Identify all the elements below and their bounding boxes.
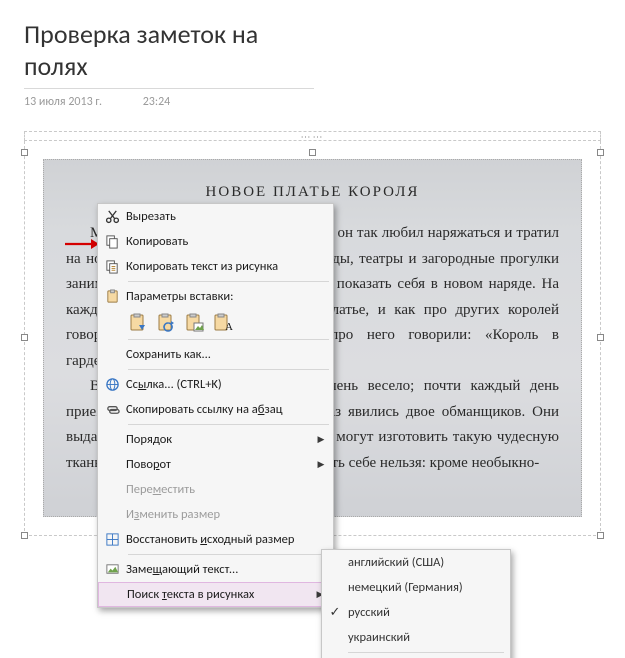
ocr-language-submenu: английский (США) немецкий (Германия) ✓ру… (321, 549, 511, 658)
restore-size-icon (98, 532, 126, 547)
menu-label: Параметры вставки: (126, 289, 327, 304)
menu-ocr-search[interactable]: Поиск текста в рисунках ▶ (98, 582, 333, 607)
menu-label: Переместить (126, 482, 327, 497)
menu-cut[interactable]: Вырезать (98, 204, 333, 229)
resize-handle[interactable] (21, 334, 28, 341)
resize-handle[interactable] (309, 149, 316, 156)
paste-picture-button[interactable] (184, 312, 206, 334)
paste-keep-source-button[interactable] (128, 312, 150, 334)
resize-handle[interactable] (21, 532, 28, 539)
menu-restore-size[interactable]: Восстановить исходный размер (98, 527, 333, 552)
paste-options-header: Параметры вставки: (98, 284, 333, 309)
resize-handle[interactable] (21, 149, 28, 156)
menu-label: Поиск текста в рисунках (127, 587, 314, 602)
menu-label: Вырезать (126, 209, 327, 224)
menu-label: Порядок (126, 432, 315, 447)
submenu-label: украинский (348, 630, 500, 645)
menu-resize: Изменить размер (98, 502, 333, 527)
menu-link[interactable]: Ссылка... (CTRL+K) (98, 372, 333, 397)
menu-save-as[interactable]: Сохранить как... (98, 342, 333, 367)
submenu-item-german[interactable]: немецкий (Германия) (322, 575, 510, 600)
resize-handle[interactable] (597, 149, 604, 156)
submenu-label: английский (США) (348, 555, 500, 570)
menu-label: Копировать (126, 234, 327, 249)
menu-rotate[interactable]: Поворот ▶ (98, 452, 333, 477)
submenu-item-ukrainian[interactable]: украинский (322, 625, 510, 650)
menu-move: Переместить (98, 477, 333, 502)
menu-copy-text-from-image[interactable]: Копировать текст из рисунка (98, 254, 333, 279)
container-drag-handle[interactable]: ⋯⋯ (24, 131, 601, 141)
scissors-icon (98, 209, 126, 224)
page-meta: 13 июля 2013 г. 23:24 (24, 95, 601, 109)
menu-order[interactable]: Порядок ▶ (98, 427, 333, 452)
page-date: 13 июля 2013 г. (24, 95, 102, 109)
submenu-label: немецкий (Германия) (348, 580, 500, 595)
paste-options-row: A (98, 309, 333, 337)
menu-separator (128, 369, 329, 370)
context-menu: Вырезать Копировать Копировать текст из … (97, 203, 334, 608)
resize-handle[interactable] (597, 334, 604, 341)
copy-icon (98, 234, 126, 249)
svg-text:A: A (225, 321, 233, 333)
copy-text-icon (98, 259, 126, 274)
paragraph-link-icon (98, 402, 126, 417)
menu-separator (348, 652, 504, 653)
menu-copy[interactable]: Копировать (98, 229, 333, 254)
image-selection-frame[interactable]: НОВОЕ ПЛАТЬЕ КОРОЛЯ Много лет назад жил … (24, 141, 601, 536)
submenu-arrow-icon: ▶ (315, 459, 327, 470)
menu-label: Замещающий текст... (126, 562, 327, 577)
submenu-arrow-icon: ▶ (315, 434, 327, 445)
menu-label: Сохранить как... (126, 347, 327, 362)
paste-text-only-button[interactable]: A (212, 312, 234, 334)
annotation-arrow-icon (65, 237, 99, 251)
clipboard-icon (98, 289, 126, 304)
menu-copy-paragraph-link[interactable]: Скопировать ссылку на абзац (98, 397, 333, 422)
page-time: 23:24 (143, 95, 171, 109)
submenu-item-english[interactable]: английский (США) (322, 550, 510, 575)
paste-merge-button[interactable] (156, 312, 178, 334)
menu-label: Изменить размер (126, 507, 327, 522)
menu-label: Копировать текст из рисунка (126, 259, 327, 274)
link-icon (98, 377, 126, 392)
menu-separator (128, 424, 329, 425)
check-icon: ✓ (322, 605, 348, 620)
resize-handle[interactable] (597, 532, 604, 539)
page-title[interactable]: Проверка заметок на полях (24, 18, 314, 89)
submenu-item-russian[interactable]: ✓русский (322, 600, 510, 625)
menu-label: Скопировать ссылку на абзац (126, 402, 327, 417)
menu-separator (128, 554, 329, 555)
menu-separator (128, 339, 329, 340)
menu-label: Восстановить исходный размер (126, 532, 327, 547)
menu-label: Ссылка... (CTRL+K) (126, 377, 327, 392)
menu-alt-text[interactable]: Замещающий текст... (98, 557, 333, 582)
submenu-label: русский (348, 605, 500, 620)
menu-separator (128, 281, 329, 282)
alt-text-icon (98, 562, 126, 577)
note-canvas: ⋯⋯ НОВОЕ ПЛАТЬЕ КОРОЛЯ Много лет назад ж… (24, 131, 601, 536)
doc-heading: НОВОЕ ПЛАТЬЕ КОРОЛЯ (66, 184, 559, 201)
menu-label: Поворот (126, 457, 315, 472)
